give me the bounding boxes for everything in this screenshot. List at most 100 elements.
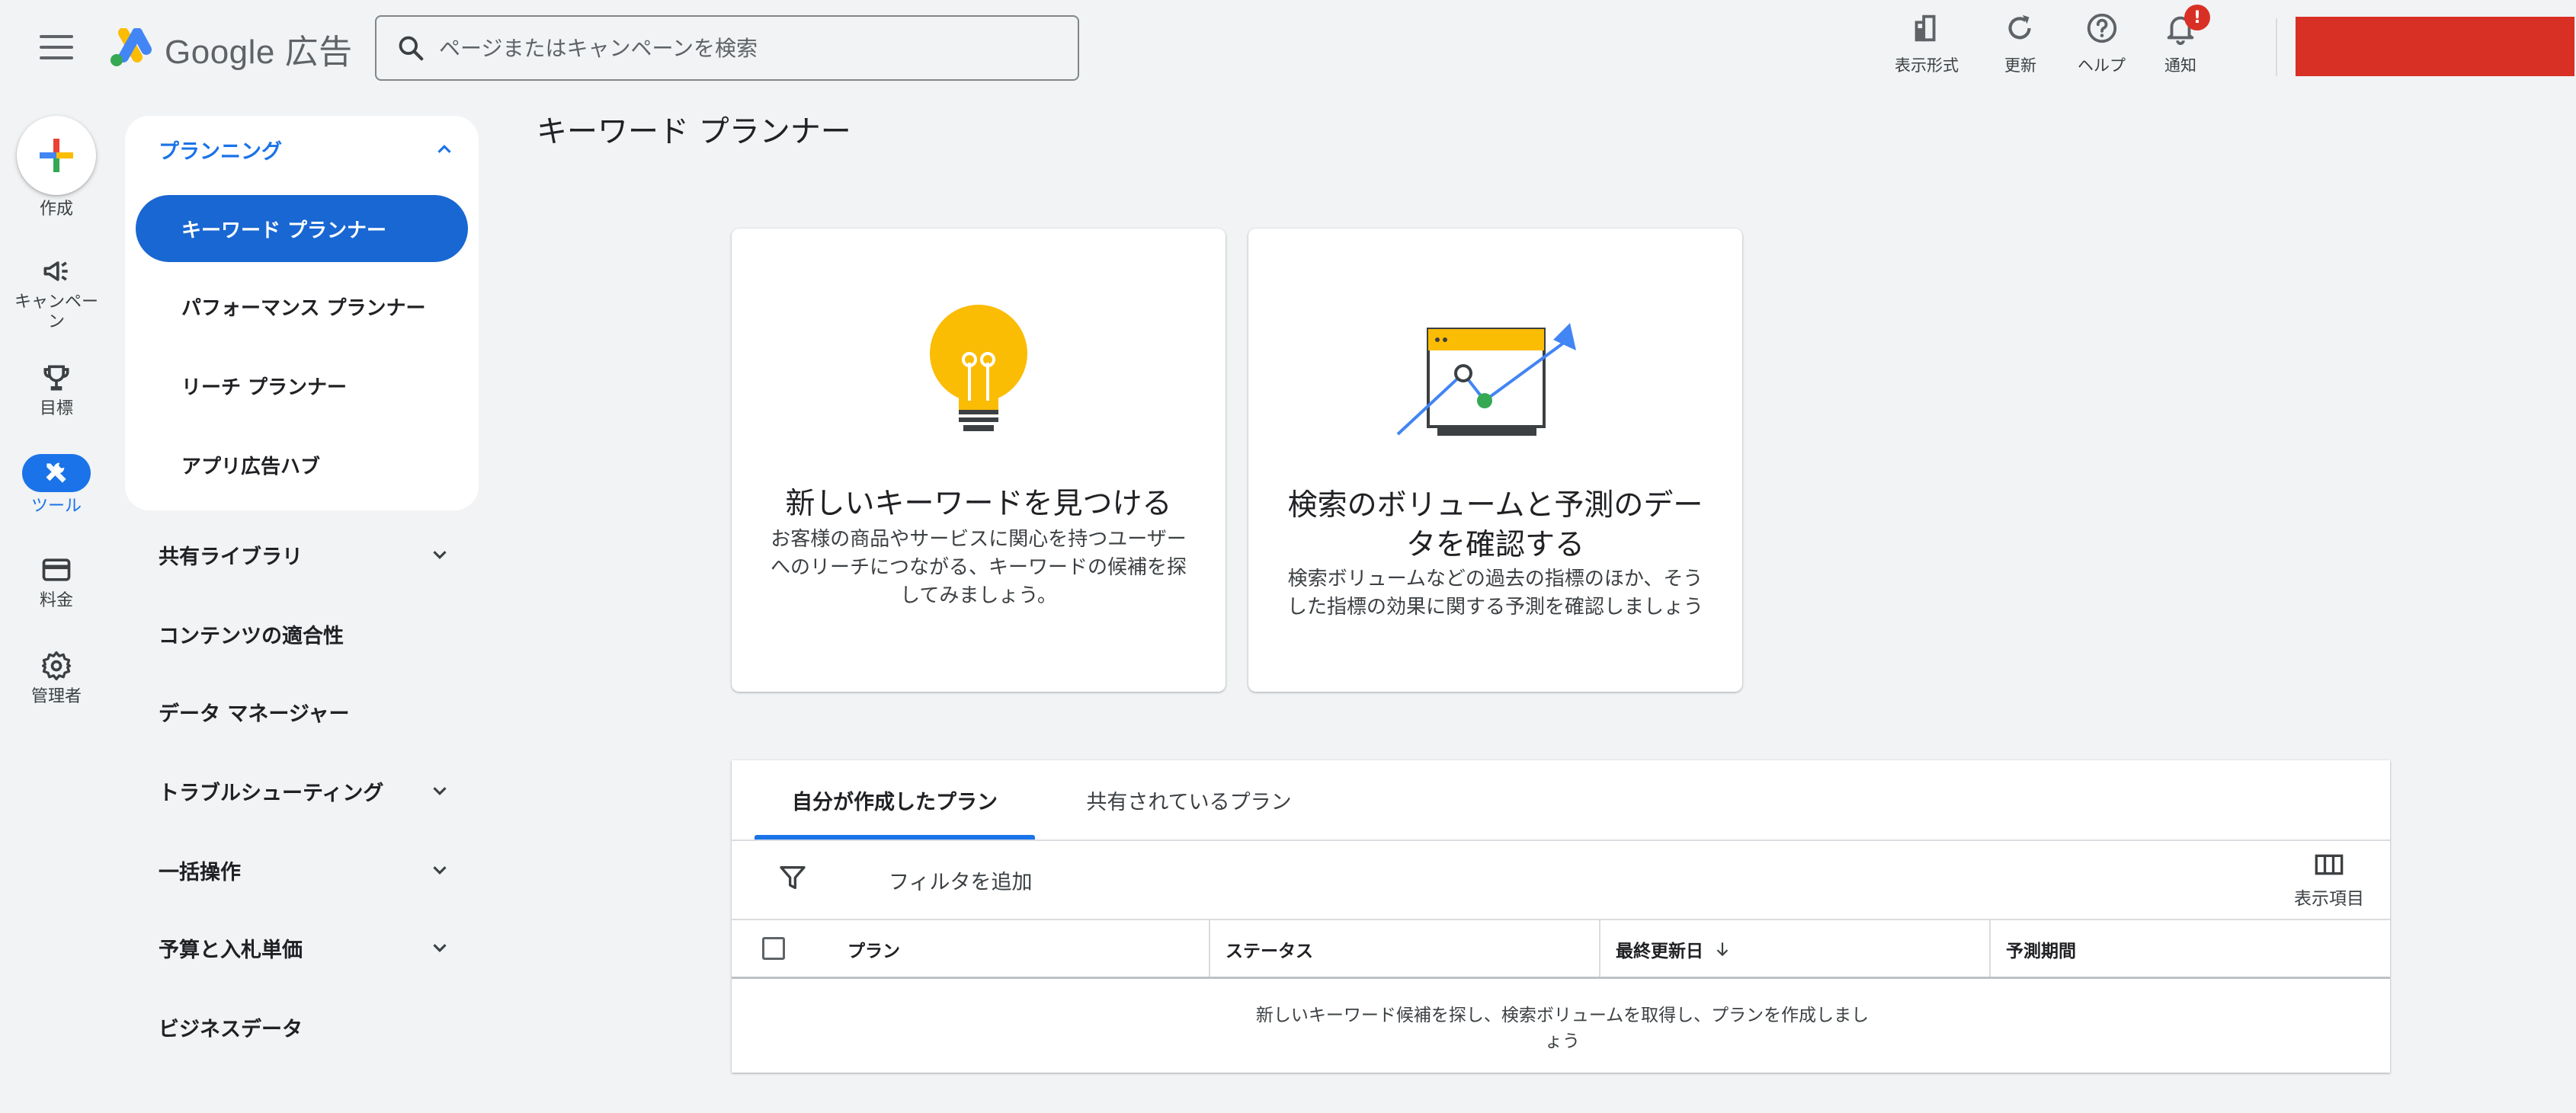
column-divider	[1599, 920, 1600, 978]
columns-button[interactable]: 表示項目	[2294, 852, 2364, 910]
discover-keywords-title: 新しいキーワードを見つける	[785, 487, 1172, 521]
notification-badge: !	[2184, 5, 2210, 30]
rail-admin[interactable]: 管理者	[0, 649, 113, 707]
view-mode-button[interactable]: 表示形式	[1895, 11, 1959, 79]
planning-header[interactable]: プランニング	[159, 134, 456, 165]
refresh-label: 更新	[2004, 56, 2036, 75]
menu-icon[interactable]	[40, 35, 73, 62]
trend-chart-icon	[1396, 323, 1576, 436]
notifications-button[interactable]: ! 通知	[2163, 5, 2210, 79]
logo-text: Google 広告	[165, 34, 353, 71]
nav-performance-planner[interactable]: パフォーマンス プランナー	[136, 273, 468, 340]
rail-tools-label: ツール	[30, 497, 82, 516]
rail-billing-label: 料金	[39, 591, 73, 610]
refresh-icon	[2008, 14, 2031, 40]
megaphone-icon	[43, 261, 68, 281]
nav-content-suitability[interactable]: コンテンツの適合性	[159, 611, 451, 657]
chevron-up-icon	[437, 145, 451, 153]
nav-bulk-actions-label: 一括操作	[159, 860, 241, 884]
planning-title: プランニング	[159, 139, 282, 164]
rail-goals-label: 目標	[39, 399, 73, 418]
nav-data-manager-label: データ マネージャー	[159, 702, 350, 726]
rail-tools[interactable]: ツール	[0, 454, 113, 517]
nav-shared-library-label: 共有ライブラリ	[159, 545, 303, 569]
nav-keyword-planner[interactable]: キーワード プランナー	[136, 195, 468, 262]
rail-tools-pill[interactable]	[22, 454, 91, 492]
tab-my-plans[interactable]: 自分が作成したプラン	[755, 760, 1035, 840]
nav-app-ads-hub[interactable]: アプリ広告ハブ	[136, 431, 468, 498]
view-mode-icon	[1914, 14, 1936, 42]
help-icon	[2087, 13, 2116, 43]
create-button[interactable]	[17, 116, 96, 195]
account-redacted-block[interactable]	[2296, 17, 2574, 76]
credit-card-icon	[42, 558, 71, 581]
columns-icon	[2315, 854, 2344, 875]
rail-campaigns[interactable]: キャンペーン	[0, 254, 113, 332]
nav-content-suitability-label: コンテンツの適合性	[159, 624, 344, 648]
sort-arrow-down-icon	[1716, 942, 1729, 957]
notifications-label: 通知	[2164, 56, 2196, 75]
refresh-button[interactable]: 更新	[2003, 11, 2038, 79]
nav-business-data-label: ビジネスデータ	[159, 1017, 303, 1041]
page-title: キーワード プランナー	[537, 114, 851, 149]
rail-campaigns-label: キャンペーン	[14, 293, 98, 331]
nav-troubleshooting[interactable]: トラブルシューティング	[159, 768, 451, 814]
column-header-plan[interactable]: プラン	[835, 920, 1201, 978]
tab-shared-plans[interactable]: 共有されているプラン	[1052, 760, 1326, 840]
nav-bulk-actions[interactable]: 一括操作	[159, 847, 451, 893]
top-bar: Google 広告 表示形式 更新 ヘルプ	[0, 0, 2576, 107]
search-icon	[399, 36, 424, 61]
nav-data-manager[interactable]: データ マネージャー	[159, 689, 451, 734]
plus-icon	[40, 139, 73, 172]
search-volume-desc: 検索ボリュームなどの過去の指標のほか、そうした指標の効果に関する予測を確認しまし…	[1286, 568, 1703, 619]
rail-admin-label: 管理者	[30, 687, 82, 706]
plans-panel: 自分が作成したプラン 共有されているプラン フィルタを追加 表示項目 プラン ス…	[732, 760, 2390, 1073]
search-volume-title: 検索のボリュームと予測のデータを確認する	[1287, 488, 1703, 562]
lightbulb-icon	[930, 305, 1027, 431]
column-header-status[interactable]: ステータス	[1213, 920, 1594, 978]
column-header-last-updated[interactable]: 最終更新日	[1604, 920, 1985, 978]
columns-label: 表示項目	[2294, 889, 2364, 909]
discover-keywords-card[interactable]: 新しいキーワードを見つける お客様の商品やサービスに関心を持つユーザーへのリーチ…	[732, 229, 1226, 692]
discover-keywords-desc: お客様の商品やサービスに関心を持つユーザーへのリーチにつながる、キーワードの候補…	[770, 528, 1187, 607]
add-filter-button[interactable]: フィルタを追加	[889, 865, 1032, 895]
rail-billing[interactable]: 料金	[0, 553, 113, 611]
rail-create-label: 作成	[39, 200, 73, 219]
help-label: ヘルプ	[2078, 56, 2126, 75]
nav-reach-planner[interactable]: リーチ プランナー	[136, 352, 468, 419]
google-ads-logo-icon	[111, 28, 152, 66]
lightbulb-illustration	[732, 302, 1226, 439]
select-all-checkbox[interactable]	[762, 937, 785, 960]
nav-shared-library[interactable]: 共有ライブラリ	[159, 532, 451, 577]
nav-troubleshooting-label: トラブルシューティング	[159, 781, 384, 805]
rail-goals[interactable]: 目標	[0, 361, 113, 419]
nav-business-data[interactable]: ビジネスデータ	[159, 1004, 451, 1050]
planning-section: プランニング キーワード プランナー パフォーマンス プランナー リーチ プラン…	[125, 116, 479, 510]
chevron-down-icon	[433, 944, 447, 952]
gear-icon	[41, 651, 72, 681]
trophy-icon	[43, 365, 69, 391]
view-mode-label: 表示形式	[1895, 56, 1959, 75]
nav-budgets-bids-label: 予算と入札単価	[159, 938, 303, 962]
chevron-down-icon	[433, 787, 447, 795]
google-ads-logo[interactable]: Google 広告	[107, 26, 353, 72]
column-divider	[1209, 920, 1210, 978]
nav-budgets-bids[interactable]: 予算と入札単価	[159, 925, 451, 971]
help-button[interactable]: ヘルプ	[2078, 11, 2126, 79]
search-input[interactable]	[439, 35, 1064, 61]
column-divider	[1989, 920, 1991, 978]
search-box[interactable]	[375, 15, 1079, 81]
column-header-forecast-period[interactable]: 予測期間	[1994, 920, 2375, 978]
column-header-last-updated-label: 最終更新日	[1616, 942, 1703, 961]
divider	[732, 840, 2390, 841]
search-volume-card[interactable]: 検索のボリュームと予測のデータを確認する 検索ボリュームなどの過去の指標のほか、…	[1248, 229, 1742, 692]
empty-state-message: 新しいキーワード候補を探し、検索ボリュームを取得し、プランを作成しましょう	[1255, 1006, 1870, 1051]
toolbar-divider	[2276, 18, 2277, 76]
chart-illustration	[1248, 312, 1742, 442]
chevron-down-icon	[433, 866, 447, 875]
rail-create[interactable]: 作成	[0, 116, 113, 219]
chevron-down-icon	[433, 551, 447, 559]
tools-icon	[46, 462, 66, 483]
filter-icon[interactable]	[777, 862, 808, 893]
header-divider	[732, 977, 2390, 979]
